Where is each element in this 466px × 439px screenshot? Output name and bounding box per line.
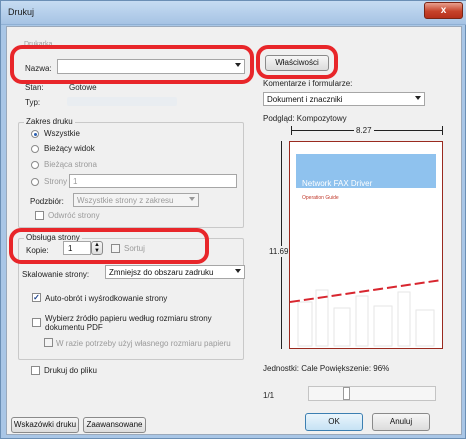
advanced-button[interactable]: Zaawansowane [83,417,146,433]
chevron-down-icon [415,96,421,100]
status-value: Gotowe [69,83,97,92]
highlight-printer-name [10,45,254,84]
paper-source-checkbox[interactable] [32,318,41,327]
type-value [67,97,177,106]
radio-all-label: Wszystkie [44,129,80,138]
width-value: 8.27 [354,126,374,135]
custom-paper-checkbox[interactable] [44,338,53,347]
height-value: 11.69 [269,246,289,257]
paper-source-label-2: dokumentu PDF [45,323,103,332]
radio-all[interactable] [31,130,39,138]
radio-current-page[interactable] [31,161,39,169]
units-zoom-text: Jednostki: Cale Powiększenie: 96% [263,364,390,373]
radio-pages[interactable] [31,178,39,186]
status-label: Stan: [25,83,44,92]
subset-label: Podzbiór: [30,197,64,206]
scaling-label: Skalowanie strony: [22,270,90,279]
print-range-label: Zakres druku [24,117,75,126]
page-counter: 1/1 [263,391,275,400]
print-dialog: Drukuj x Drukarka Nazwa: Stan: Gotowe Ty… [0,0,466,439]
reverse-pages-checkbox[interactable] [35,211,44,220]
preview-skyline-graphic [290,279,442,347]
title-bar: Drukuj x [1,1,466,25]
width-tick-right [442,126,443,135]
reverse-pages-label: Odwróć strony [48,211,100,220]
autorotate-checkbox[interactable]: ✓ [32,293,41,302]
tips-button[interactable]: Wskazówki druku [11,417,79,433]
comments-label: Komentarze i formularze: [263,79,353,88]
slider-thumb[interactable] [343,387,350,400]
page-slider[interactable] [308,386,436,401]
ok-button[interactable]: OK [305,413,363,431]
chevron-down-icon [189,197,195,201]
paper-source-label-1: Wybierz źródło papieru według rozmiaru s… [45,314,212,323]
custom-paper-label: W razie potrzeby użyj własnego rozmiaru … [56,339,231,348]
highlight-properties-button [256,45,338,79]
page-preview: Network FAX Driver Operation Guide [289,141,443,349]
width-tick-left [291,126,292,135]
preview-label: Podgląd: Kompozytowy [263,114,347,123]
radio-current-view-label: Bieżący widok [44,144,95,153]
scaling-select[interactable]: Zmniejsz do obszaru zadruku [105,265,245,279]
type-label: Typ: [25,98,41,107]
preview-doc-title: Network FAX Driver [302,179,373,188]
radio-current-view[interactable] [31,145,39,153]
print-to-file-checkbox[interactable] [31,366,40,375]
cancel-button[interactable]: Anuluj [372,413,430,431]
pages-input[interactable]: 1 [69,174,237,188]
print-to-file-label: Drukuj do pliku [44,366,97,375]
window-title: Drukuj [8,7,35,17]
radio-current-page-label: Bieżąca strona [44,160,97,169]
highlight-page-handling [9,228,209,264]
autorotate-label: Auto-obrót i wyśrodkowanie strony [45,294,168,303]
radio-pages-label: Strony [44,177,68,186]
chevron-down-icon [235,269,241,273]
height-dimension-line [281,141,282,349]
close-button[interactable]: x [424,2,463,19]
comments-select[interactable]: Dokument i znaczniki [263,92,425,106]
subset-select[interactable]: Wszystkie strony z zakresu [73,193,199,207]
preview-doc-subtitle: Operation Guide [302,195,339,201]
